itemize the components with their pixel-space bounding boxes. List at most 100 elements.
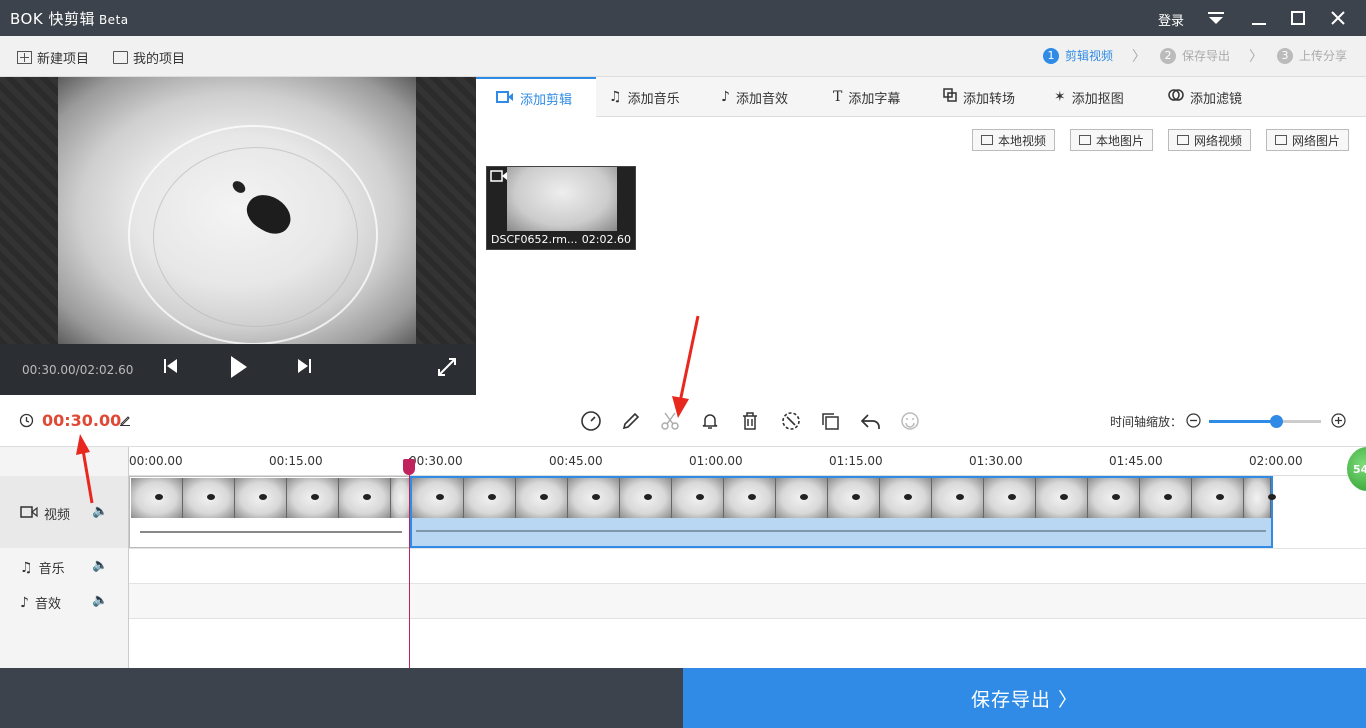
speaker-icon[interactable]: 🔈 <box>92 504 108 519</box>
speed-icon[interactable] <box>579 409 603 433</box>
maximize-icon[interactable] <box>1282 0 1314 36</box>
online-image-button[interactable]: 网络图片 <box>1266 129 1350 151</box>
speaker-icon[interactable]: 🔈 <box>92 593 108 608</box>
media-thumbnail <box>507 167 617 231</box>
playback-time: 00:30.00/02:02.60 <box>22 363 134 377</box>
online-video-button[interactable]: 网络视频 <box>1168 129 1252 151</box>
login-button[interactable]: 登录 <box>1158 10 1184 29</box>
local-image-button[interactable]: 本地图片 <box>1070 129 1154 151</box>
crop-rotate-icon[interactable] <box>779 409 803 433</box>
tick-label: 00:45.00 <box>549 454 603 468</box>
clip-frame <box>1088 478 1140 518</box>
video-camera-icon <box>496 90 514 107</box>
clock-icon <box>19 413 34 432</box>
tab-label: 添加抠图 <box>1071 91 1124 107</box>
tab-add-music[interactable]: ♫ 添加音乐 <box>609 77 680 117</box>
step-upload-share[interactable]: 3 上传分享 <box>1277 47 1347 64</box>
clip-frame <box>620 478 672 518</box>
copy-icon[interactable] <box>818 409 842 433</box>
scissors-icon[interactable] <box>658 409 682 433</box>
my-projects-button[interactable]: 我的项目 <box>113 48 185 67</box>
zoom-label: 时间轴缩放： <box>1110 415 1183 429</box>
sticker-icon[interactable] <box>898 409 922 433</box>
tick-label: 01:00.00 <box>689 454 743 468</box>
tab-add-clip[interactable]: 添加剪辑 <box>476 77 596 118</box>
plus-box-icon <box>17 51 32 64</box>
music-note-icon: ♫ <box>20 559 33 576</box>
video-clip-before[interactable] <box>129 476 423 548</box>
previous-frame-icon[interactable] <box>163 357 179 380</box>
fullscreen-icon[interactable] <box>438 358 456 381</box>
video-clip-selected[interactable] <box>410 476 1276 548</box>
timeline-ruler[interactable]: 00:00.00 00:15.00 00:30.00 00:45.00 01:0… <box>129 447 1366 476</box>
tick-label: 02:00.00 <box>1249 454 1303 468</box>
clip-frame <box>287 478 339 518</box>
clip-frame <box>880 478 932 518</box>
tab-label: 添加滤镜 <box>1190 91 1243 107</box>
pencil-icon[interactable] <box>619 409 643 433</box>
video-track-label: 视频 <box>20 504 70 523</box>
step-save-export[interactable]: 2 保存导出 <box>1160 47 1230 64</box>
trash-icon[interactable] <box>738 409 762 433</box>
menu-dropdown-icon[interactable] <box>1200 0 1232 36</box>
folder-icon <box>113 51 128 64</box>
music-track-label: ♫ 音乐 <box>20 558 65 578</box>
step-label: 保存导出 <box>1182 49 1231 63</box>
step-number: 2 <box>1160 47 1176 64</box>
clip-frame <box>1244 478 1276 518</box>
current-time: 00:30.00 <box>42 411 122 430</box>
transition-icon <box>943 88 957 106</box>
image-file-icon <box>1275 135 1287 145</box>
next-frame-icon[interactable] <box>296 357 312 380</box>
clip-frame <box>183 478 235 518</box>
step-label: 上传分享 <box>1299 49 1348 63</box>
video-camera-icon <box>20 505 38 522</box>
clip-frame <box>339 478 391 518</box>
speaker-icon[interactable]: 🔈 <box>92 558 108 573</box>
audio-waveform <box>140 531 402 533</box>
tab-label: 添加字幕 <box>848 91 901 107</box>
tab-add-cutout[interactable]: ✶ 添加抠图 <box>1054 77 1124 117</box>
source-label: 网络图片 <box>1292 133 1341 148</box>
clip-frame <box>568 478 620 518</box>
chevron-right-icon: 〉 <box>1132 49 1146 65</box>
tab-add-subtitle[interactable]: T 添加字幕 <box>833 77 900 117</box>
tab-add-transition[interactable]: 添加转场 <box>943 77 1015 117</box>
zoom-in-icon[interactable] <box>1331 413 1346 432</box>
video-file-icon <box>981 135 993 145</box>
sound-effect-icon: ♪ <box>20 594 29 611</box>
beta-label: Beta <box>98 13 129 27</box>
new-project-button[interactable]: 新建项目 <box>17 48 89 67</box>
source-label: 网络视频 <box>1194 133 1243 148</box>
minimize-icon[interactable] <box>1243 0 1275 36</box>
zoom-out-icon[interactable] <box>1186 413 1201 432</box>
tick-label: 00:00.00 <box>129 454 183 468</box>
tab-add-sound-effect[interactable]: ♪ 添加音效 <box>721 77 788 117</box>
tab-add-filter[interactable]: 添加滤镜 <box>1168 77 1242 117</box>
play-icon[interactable] <box>229 355 249 384</box>
bell-icon[interactable] <box>698 409 722 433</box>
my-projects-label: 我的项目 <box>133 52 186 67</box>
media-panel: 添加剪辑 ♫ 添加音乐 ♪ 添加音效 T 添加字幕 添加转场 ✶ 添加抠图 添加… <box>476 77 1366 395</box>
effects-track-lane[interactable] <box>129 583 1366 618</box>
tick-label: 01:45.00 <box>1109 454 1163 468</box>
media-item[interactable]: DSCF0652.rm... 02:02.60 <box>486 166 636 250</box>
step-edit-video[interactable]: 1 剪辑视频 <box>1043 47 1113 64</box>
clip-frame <box>984 478 1036 518</box>
local-video-button[interactable]: 本地视频 <box>972 129 1056 151</box>
zoom-slider-handle[interactable] <box>1270 415 1284 428</box>
zoom-slider[interactable] <box>1209 415 1321 428</box>
app-logo: BOK 快剪辑 Beta <box>10 8 129 29</box>
playhead-handle[interactable] <box>403 459 415 475</box>
close-icon[interactable] <box>1322 0 1354 36</box>
media-duration: 02:02.60 <box>581 233 631 246</box>
main-toolbar: 新建项目 我的项目 1 剪辑视频 〉 2 保存导出 〉 3 上传分享 <box>0 36 1366 77</box>
video-preview: 00:30.00/02:02.60 <box>0 77 476 395</box>
save-export-button[interactable]: 保存导出 〉 <box>683 668 1366 728</box>
tab-bar: 添加剪辑 ♫ 添加音乐 ♪ 添加音效 T 添加字幕 添加转场 ✶ 添加抠图 添加… <box>476 77 1366 118</box>
undo-icon[interactable] <box>858 409 882 433</box>
track-name: 音效 <box>34 597 61 612</box>
edit-time-icon[interactable] <box>119 414 131 430</box>
filter-icon <box>1168 88 1184 106</box>
clip-frame <box>776 478 828 518</box>
